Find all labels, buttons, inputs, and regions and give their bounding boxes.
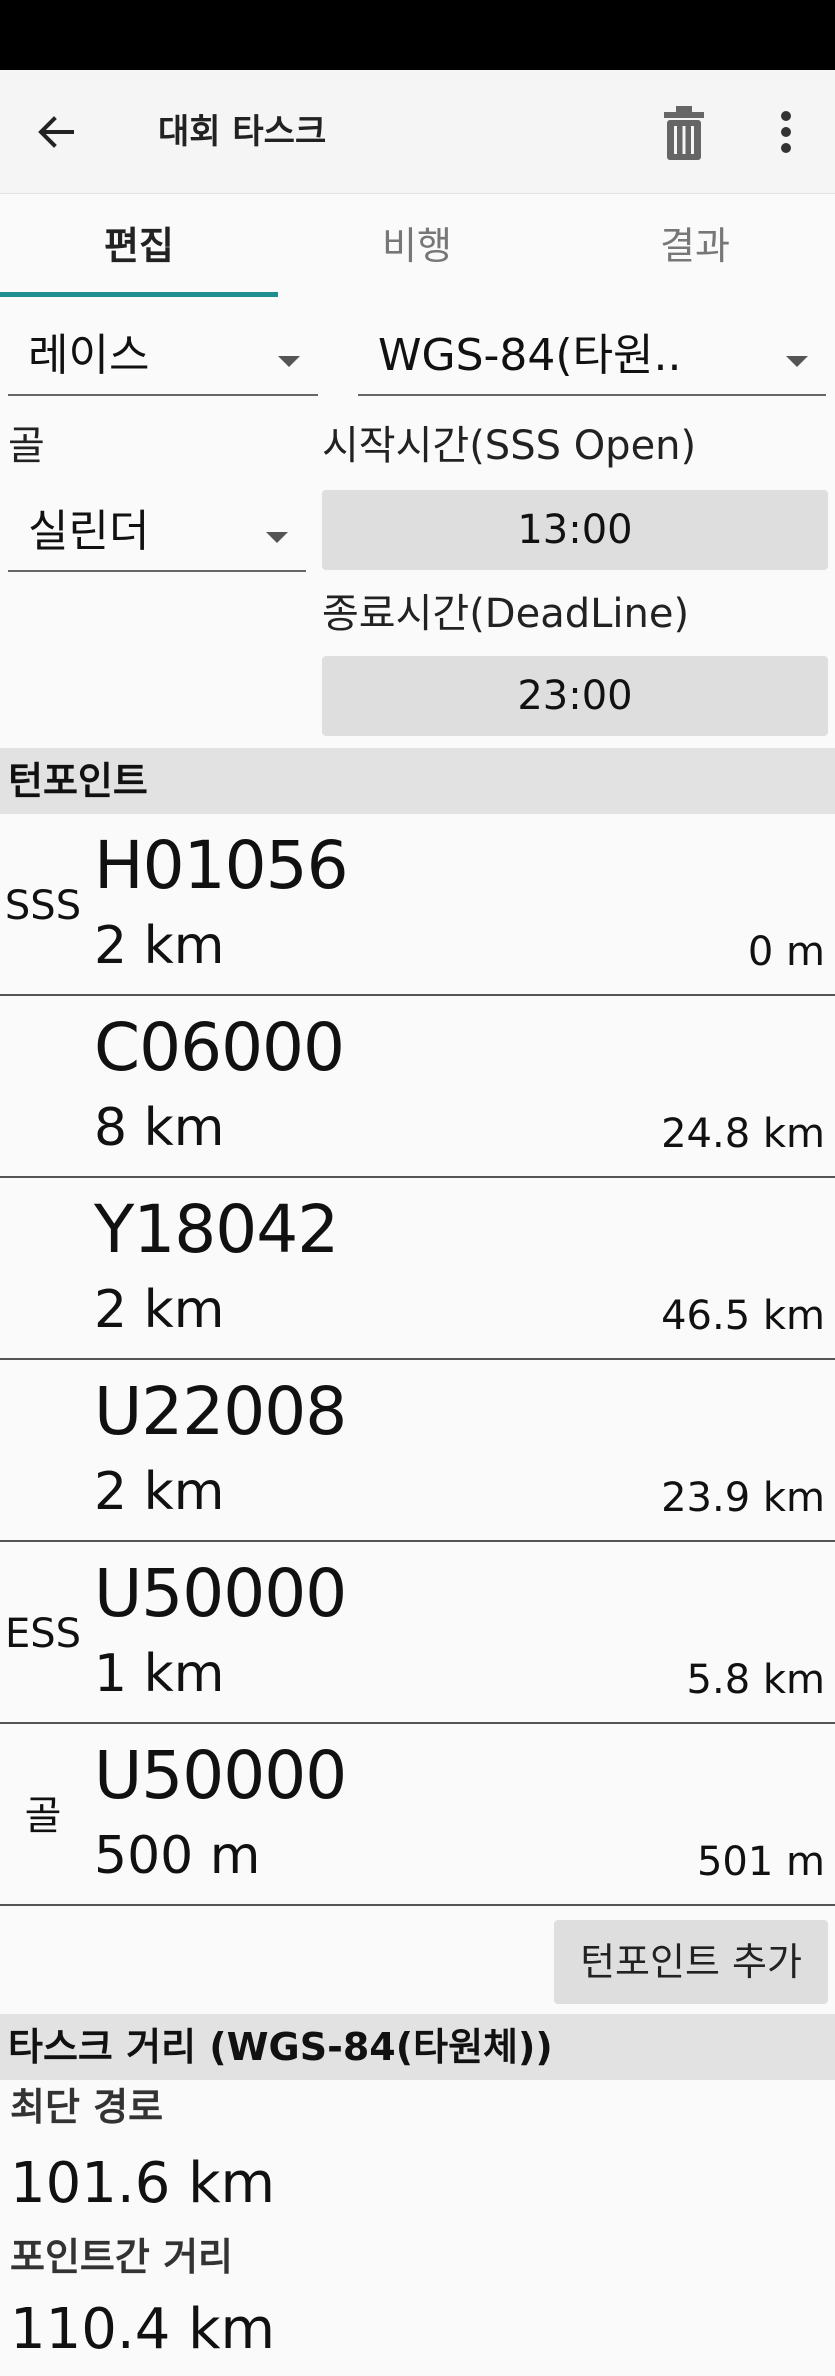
turnpoint-distance: 23.9 km [661,1475,825,1521]
turnpoint-radius: 500 m [94,1826,261,1886]
shortest-route-value: 101.6 km [10,2151,276,2216]
turnpoint-radius: 1 km [94,1644,225,1704]
turnpoint-radius: 2 km [94,916,225,976]
start-time-label: 시작시간(SSS Open) [322,423,697,469]
point-distance-value: 110.4 km [10,2297,276,2362]
end-time-label: 종료시간(DeadLine) [322,591,690,637]
shortest-route-label: 최단 경로 [10,2085,164,2129]
turnpoint-distance: 0 m [747,929,825,975]
turnpoint-kind: SSS [4,883,82,929]
turnpoint-row[interactable]: Y18042 2 km 46.5 km [0,1178,835,1360]
add-turnpoint-button[interactable]: 턴포인트 추가 [554,1920,828,2004]
turnpoint-row[interactable]: C06000 8 km 24.8 km [0,996,835,1178]
task-distance-header: 타스크 거리 (WGS-84(타원체)) [0,2014,835,2080]
task-type-dropdown[interactable]: 레이스 [8,318,318,396]
turnpoint-name: H01056 [94,827,349,904]
turnpoint-name: U50000 [94,1555,347,1632]
coord-system-dropdown[interactable]: WGS-84(타원.. [358,318,826,396]
goal-label: 골 [8,423,45,469]
more-vert-icon[interactable] [758,100,814,164]
turnpoint-name: Y18042 [94,1191,339,1268]
task-type-value: 레이스 [28,330,150,381]
turnpoint-name: U22008 [94,1373,347,1450]
trash-icon[interactable] [652,100,716,164]
tab-flight[interactable]: 비행 [278,194,556,298]
turnpoint-row[interactable]: ESS U50000 1 km 5.8 km [0,1542,835,1724]
turnpoint-distance: 24.8 km [661,1111,825,1157]
turnpoint-distance: 46.5 km [661,1293,825,1339]
tab-results[interactable]: 결과 [556,194,834,298]
turnpoint-distance: 501 m [696,1839,825,1885]
turnpoint-kind: 골 [24,1793,62,1839]
turnpoint-radius: 2 km [94,1280,225,1340]
tab-indicator [0,292,278,297]
chevron-down-icon [278,356,300,367]
app-bar: 대회 타스크 [0,70,835,194]
chevron-down-icon [266,532,288,543]
turnpoint-row[interactable]: 골 U50000 500 m 501 m [0,1724,835,1906]
turnpoint-kind: ESS [4,1611,82,1657]
turnpoints-header: 턴포인트 [0,748,835,814]
point-distance-label: 포인트간 거리 [10,2235,233,2279]
turnpoint-radius: 8 km [94,1098,225,1158]
chevron-down-icon [786,356,808,367]
turnpoint-name: U50000 [94,1737,347,1814]
page-title: 대회 타스크 [158,112,327,152]
goal-type-dropdown[interactable]: 실린더 [8,494,306,572]
goal-type-value: 실린더 [28,506,150,557]
turnpoint-distance: 5.8 km [686,1657,825,1703]
turnpoint-radius: 2 km [94,1462,225,1522]
end-time-button[interactable]: 23:00 [322,656,828,736]
tab-bar: 편집 비행 결과 [0,194,835,298]
turnpoint-row[interactable]: U22008 2 km 23.9 km [0,1360,835,1542]
start-time-button[interactable]: 13:00 [322,490,828,570]
turnpoint-name: C06000 [94,1009,345,1086]
coord-system-value: WGS-84(타원.. [378,330,682,381]
tab-edit[interactable]: 편집 [0,194,278,298]
turnpoint-row[interactable]: SSS H01056 2 km 0 m [0,814,835,996]
status-bar [0,0,835,70]
arrow-left-icon[interactable] [28,102,88,162]
